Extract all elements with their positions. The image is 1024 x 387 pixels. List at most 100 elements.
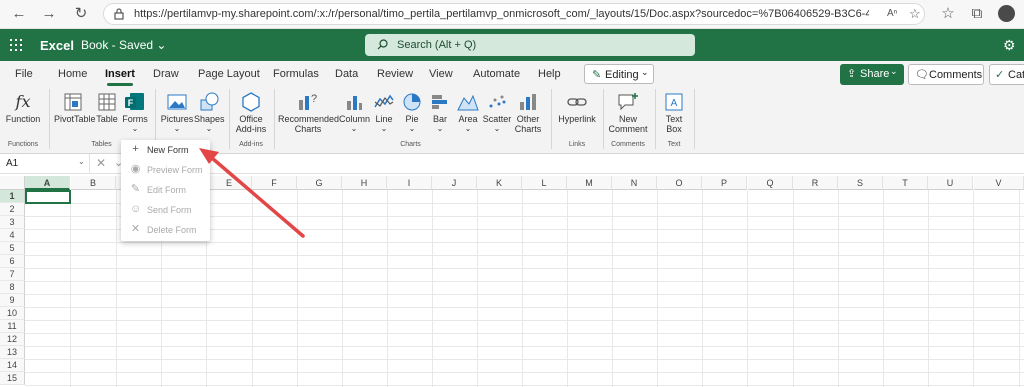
- row-header[interactable]: 1: [0, 190, 25, 203]
- other-charts-button[interactable]: Other Charts: [513, 92, 543, 134]
- column-header[interactable]: K: [477, 176, 522, 190]
- tab-help[interactable]: Help: [538, 68, 561, 80]
- pie-chart-button[interactable]: Pie ⌄: [398, 92, 426, 134]
- forward-arrow-icon[interactable]: →: [38, 4, 60, 24]
- menu-item-preview-form[interactable]: ◉ Preview Form: [121, 160, 210, 180]
- settings-gear-icon[interactable]: ⚙: [1003, 37, 1016, 54]
- back-arrow-icon[interactable]: ←: [8, 4, 30, 24]
- bar-chart-button[interactable]: Bar ⌄: [427, 92, 453, 134]
- search-box[interactable]: Search (Alt + Q): [365, 34, 695, 56]
- column-header[interactable]: M: [567, 176, 612, 190]
- column-header[interactable]: T: [883, 176, 928, 190]
- hyperlink-button[interactable]: Hyperlink: [556, 92, 598, 124]
- row-header[interactable]: 12: [0, 333, 25, 346]
- tab-home[interactable]: Home: [58, 68, 87, 80]
- function-button[interactable]: fx Function: [4, 92, 42, 124]
- column-header[interactable]: O: [657, 176, 702, 190]
- column-header[interactable]: P: [702, 176, 747, 190]
- favorite-star-icon[interactable]: ☆: [909, 6, 921, 22]
- select-all-corner[interactable]: [0, 176, 25, 190]
- recommended-charts-button[interactable]: ? Recommended Charts: [278, 92, 339, 134]
- read-aloud-icon[interactable]: Aⁿ: [887, 8, 897, 19]
- scatter-chart-button[interactable]: Scatter ⌄: [482, 92, 512, 134]
- app-launcher-icon[interactable]: [10, 39, 22, 51]
- line-chart-button[interactable]: Line ⌄: [370, 92, 398, 134]
- menu-item-edit-form[interactable]: ✎ Edit Form: [121, 180, 210, 200]
- tab-page-layout[interactable]: Page Layout: [198, 68, 260, 80]
- row-header[interactable]: 9: [0, 294, 25, 307]
- workbook-title[interactable]: Book - Saved ⌄: [81, 38, 166, 52]
- group-label-links: Links: [568, 141, 586, 148]
- share-button[interactable]: ⇪ Share ⌄: [840, 64, 904, 85]
- row-header[interactable]: 7: [0, 268, 25, 281]
- pie-chart-icon: [403, 93, 421, 111]
- menu-item-new-form[interactable]: + New Form: [121, 140, 210, 160]
- divider: [274, 89, 275, 149]
- area-chart-button[interactable]: Area ⌄: [455, 92, 481, 134]
- text-box-button[interactable]: A Text Box: [659, 92, 689, 134]
- row-header[interactable]: 13: [0, 346, 25, 359]
- hyperlink-chain-icon: [567, 98, 587, 106]
- address-bar[interactable]: https://pertilamvp-my.sharepoint.com/:x:…: [103, 3, 925, 25]
- pivottable-button[interactable]: PivotTable: [54, 92, 96, 124]
- forms-button[interactable]: F Forms ⌄: [121, 92, 149, 134]
- tab-formulas[interactable]: Formulas: [273, 68, 319, 80]
- tab-draw[interactable]: Draw: [153, 68, 179, 80]
- name-box[interactable]: A1 ⌄: [0, 154, 90, 174]
- tab-file[interactable]: File: [15, 68, 33, 80]
- pictures-button[interactable]: Pictures ⌄: [160, 92, 194, 134]
- column-chart-button[interactable]: Column ⌄: [339, 92, 370, 134]
- column-header[interactable]: V: [974, 176, 1024, 190]
- pivottable-icon: [64, 93, 82, 111]
- row-header[interactable]: 6: [0, 255, 25, 268]
- profile-avatar[interactable]: [998, 5, 1015, 22]
- row-header[interactable]: 3: [0, 216, 25, 229]
- column-header[interactable]: A: [25, 176, 70, 190]
- grid-line: [477, 190, 478, 387]
- row-header[interactable]: 10: [0, 307, 25, 320]
- column-header[interactable]: U: [928, 176, 973, 190]
- row-header[interactable]: 2: [0, 203, 25, 216]
- column-header[interactable]: L: [522, 176, 567, 190]
- column-header[interactable]: J: [432, 176, 477, 190]
- column-header[interactable]: E: [207, 176, 252, 190]
- column-header[interactable]: R: [793, 176, 838, 190]
- column-header[interactable]: B: [71, 176, 116, 190]
- column-header[interactable]: N: [612, 176, 657, 190]
- new-comment-button[interactable]: New Comment: [607, 92, 649, 134]
- row-header[interactable]: 8: [0, 281, 25, 294]
- column-header[interactable]: F: [252, 176, 297, 190]
- column-header[interactable]: I: [387, 176, 432, 190]
- tab-insert[interactable]: Insert: [105, 68, 135, 80]
- refresh-icon[interactable]: ↻: [70, 4, 92, 24]
- row-header[interactable]: 11: [0, 320, 25, 333]
- table-button[interactable]: Table: [94, 92, 120, 124]
- row-header[interactable]: 5: [0, 242, 25, 255]
- column-header[interactable]: S: [838, 176, 883, 190]
- bar-chart-icon: [432, 95, 447, 109]
- tab-review[interactable]: Review: [377, 68, 413, 80]
- row-header[interactable]: 14: [0, 359, 25, 372]
- collections-icon[interactable]: ⧉: [966, 4, 988, 24]
- formula-input[interactable]: [215, 154, 1024, 174]
- row-header[interactable]: 4: [0, 229, 25, 242]
- column-header[interactable]: Q: [748, 176, 793, 190]
- shapes-button[interactable]: Shapes ⌄: [194, 92, 225, 134]
- cancel-x-icon[interactable]: ✕: [96, 156, 106, 170]
- tab-data[interactable]: Data: [335, 68, 358, 80]
- menu-item-send-form[interactable]: ☺ Send Form: [121, 200, 210, 220]
- svg-text:?: ?: [311, 93, 317, 105]
- editing-mode-button[interactable]: ✎ Editing ⌄: [584, 64, 654, 84]
- column-header[interactable]: G: [297, 176, 342, 190]
- tab-view[interactable]: View: [429, 68, 453, 80]
- active-cell-a1[interactable]: [25, 190, 71, 204]
- grid-line: [838, 190, 839, 387]
- favorites-icon[interactable]: ☆: [937, 4, 959, 24]
- catch-up-button[interactable]: ✓ Cat: [989, 64, 1024, 85]
- tab-automate[interactable]: Automate: [473, 68, 520, 80]
- row-header[interactable]: 15: [0, 372, 25, 385]
- column-header[interactable]: H: [342, 176, 387, 190]
- comments-button[interactable]: 🗨 Comments: [908, 64, 984, 85]
- office-addins-button[interactable]: Office Add-ins: [233, 92, 269, 134]
- menu-item-delete-form[interactable]: ✕ Delete Form: [121, 220, 210, 240]
